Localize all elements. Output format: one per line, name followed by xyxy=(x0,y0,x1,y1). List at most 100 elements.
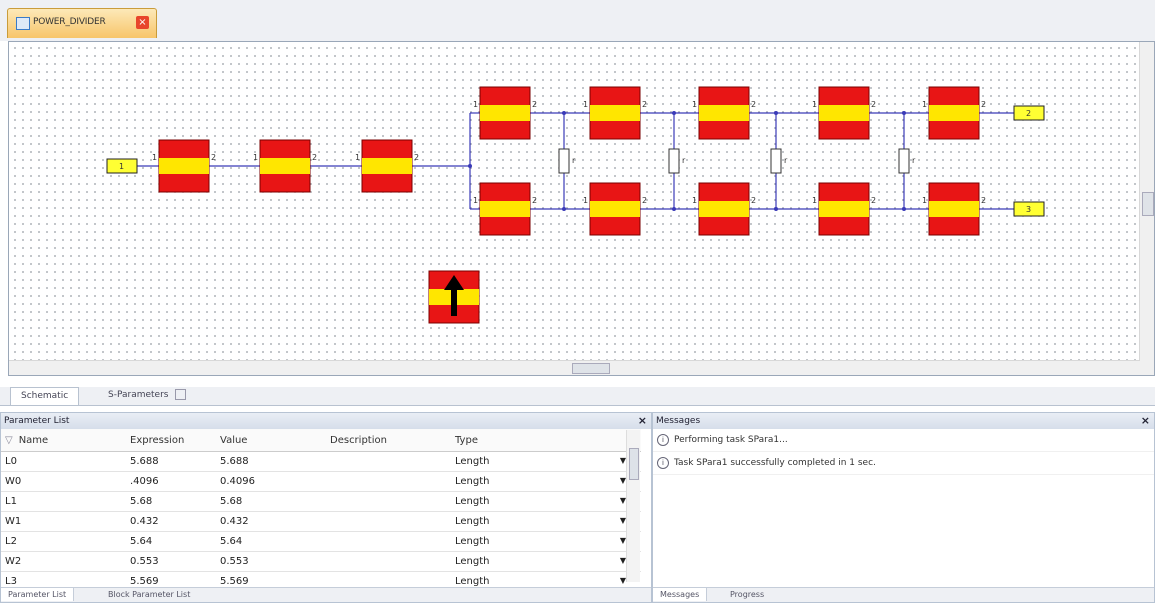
cell-expression[interactable]: .4096 xyxy=(126,471,216,492)
pin-label: 2 xyxy=(532,196,537,205)
cell-value: 0.4096 xyxy=(216,471,326,492)
pin-label: 1 xyxy=(812,100,817,109)
cell-name-text: L0 xyxy=(5,456,17,467)
source-arrow-icon[interactable] xyxy=(428,270,480,324)
cell-description[interactable] xyxy=(326,491,451,512)
column-name[interactable]: ▽ Name xyxy=(1,429,126,452)
parameter-list-panel: Parameter List × ▽ Name Expression Value … xyxy=(0,412,652,603)
cell-type[interactable]: Length ▼ xyxy=(451,551,641,572)
junction-dot[interactable] xyxy=(562,111,566,115)
cell-name: W0 xyxy=(1,471,126,492)
column-description[interactable]: Description xyxy=(326,429,451,452)
info-icon: i xyxy=(657,457,669,469)
tab-progress[interactable]: Progress xyxy=(723,588,771,601)
pin-label: 1 xyxy=(692,196,697,205)
resistor[interactable] xyxy=(770,148,782,174)
tab-parameter-list[interactable]: Parameter List xyxy=(1,588,75,601)
tab-power-divider[interactable]: POWER_DIVIDER × xyxy=(7,8,157,38)
table-row[interactable]: W0 .4096 0.4096 Length ▼ xyxy=(1,471,641,492)
transmission-line-block[interactable] xyxy=(479,182,531,236)
transmission-line-block[interactable] xyxy=(928,182,980,236)
table-row[interactable]: W2 0.553 0.553 Length ▼ xyxy=(1,551,641,572)
message-item[interactable]: i Task SPara1 successfully completed in 1… xyxy=(653,452,1154,475)
cell-description[interactable] xyxy=(326,511,451,532)
scroll-thumb[interactable] xyxy=(629,448,639,480)
cell-type[interactable]: Length ▼ xyxy=(451,491,641,512)
transmission-line-block[interactable] xyxy=(589,86,641,140)
pin-label: 2 xyxy=(751,196,756,205)
table-row[interactable]: L2 5.64 5.64 Length ▼ xyxy=(1,531,641,552)
message-item[interactable]: i Performing task SPara1... xyxy=(653,429,1154,452)
vertical-scrollbar[interactable] xyxy=(626,430,640,582)
schematic-diagram[interactable]: 1 1 2 1 2 1 2 1 2 1 2 1 2 1 2 1 2 1 2 1 2 1 2 1 2 1 2 r r r r 2 3 xyxy=(9,42,1140,362)
horizontal-scrollbar[interactable] xyxy=(9,360,1140,375)
tab-schematic[interactable]: Schematic xyxy=(10,387,80,405)
schematic-canvas[interactable]: 1 1 2 1 2 1 2 1 2 1 2 1 2 1 2 1 2 1 2 1 2 1 2 1 2 1 2 r r r r 2 3 xyxy=(8,41,1155,376)
close-icon[interactable]: × xyxy=(136,16,149,29)
cell-expression[interactable]: 5.688 xyxy=(126,451,216,472)
resistor[interactable] xyxy=(558,148,570,174)
filter-icon[interactable]: ▽ xyxy=(5,435,13,446)
cell-description[interactable] xyxy=(326,551,451,572)
cell-type[interactable]: Length ▼ xyxy=(451,531,641,552)
table-row[interactable]: L0 5.688 5.688 Length ▼ xyxy=(1,451,641,472)
pin-label: 1 xyxy=(812,196,817,205)
transmission-line-block[interactable] xyxy=(479,86,531,140)
junction-dot[interactable] xyxy=(774,207,778,211)
junction-dot[interactable] xyxy=(902,111,906,115)
scroll-thumb[interactable] xyxy=(1142,192,1154,216)
junction-dot[interactable] xyxy=(902,207,906,211)
column-type[interactable]: Type xyxy=(451,429,641,452)
table-row[interactable]: L1 5.68 5.68 Length ▼ xyxy=(1,491,641,512)
cell-expression[interactable]: 0.432 xyxy=(126,511,216,532)
cell-description[interactable] xyxy=(326,451,451,472)
cell-type-text: Length xyxy=(455,496,490,507)
cell-type[interactable]: Length ▼ xyxy=(451,451,641,472)
cell-expression[interactable]: 5.68 xyxy=(126,491,216,512)
transmission-line-block[interactable] xyxy=(818,182,870,236)
junction-dot[interactable] xyxy=(672,207,676,211)
tab-block-parameter-list[interactable]: Block Parameter List xyxy=(101,588,197,601)
resistor[interactable] xyxy=(898,148,910,174)
junction-dot[interactable] xyxy=(774,111,778,115)
cell-type[interactable]: Length ▼ xyxy=(451,471,641,492)
column-expression[interactable]: Expression xyxy=(126,429,216,452)
cell-type[interactable]: Length ▼ xyxy=(451,511,641,532)
tab-messages[interactable]: Messages xyxy=(653,588,708,601)
cell-type-text: Length xyxy=(455,576,490,587)
cell-value: 0.553 xyxy=(216,551,326,572)
cell-type-text: Length xyxy=(455,456,490,467)
pin-label: 2 xyxy=(312,153,317,162)
close-icon[interactable] xyxy=(175,389,187,400)
column-value[interactable]: Value xyxy=(216,429,326,452)
junction-dot[interactable] xyxy=(562,207,566,211)
cell-expression-text: 5.688 xyxy=(130,456,159,467)
close-icon[interactable]: × xyxy=(1141,413,1150,429)
transmission-line-block[interactable] xyxy=(698,182,750,236)
tab-s-parameters[interactable]: S-Parameters xyxy=(98,387,196,404)
resistor[interactable] xyxy=(668,148,680,174)
panel-title: Messages xyxy=(656,416,701,426)
scroll-thumb[interactable] xyxy=(572,363,610,374)
pin-label: 2 xyxy=(642,196,647,205)
vertical-scrollbar[interactable] xyxy=(1139,42,1154,375)
transmission-line-block[interactable] xyxy=(158,139,210,193)
cell-description[interactable] xyxy=(326,471,451,492)
cell-expression[interactable]: 5.64 xyxy=(126,531,216,552)
junction-dot[interactable] xyxy=(672,111,676,115)
table-row[interactable]: W1 0.432 0.432 Length ▼ xyxy=(1,511,641,532)
transmission-line-block[interactable] xyxy=(698,86,750,140)
junction-dot[interactable] xyxy=(468,164,472,168)
transmission-line-block[interactable] xyxy=(928,86,980,140)
cell-value-text: 0.432 xyxy=(220,516,249,527)
transmission-line-block[interactable] xyxy=(589,182,641,236)
close-icon[interactable]: × xyxy=(638,413,647,429)
pin-label: 2 xyxy=(414,153,419,162)
cell-expression[interactable]: 0.553 xyxy=(126,551,216,572)
transmission-line-block[interactable] xyxy=(259,139,311,193)
transmission-line-block[interactable] xyxy=(818,86,870,140)
transmission-line-block[interactable] xyxy=(361,139,413,193)
cell-value: 0.432 xyxy=(216,511,326,532)
pin-label: 1 xyxy=(922,100,927,109)
cell-description[interactable] xyxy=(326,531,451,552)
